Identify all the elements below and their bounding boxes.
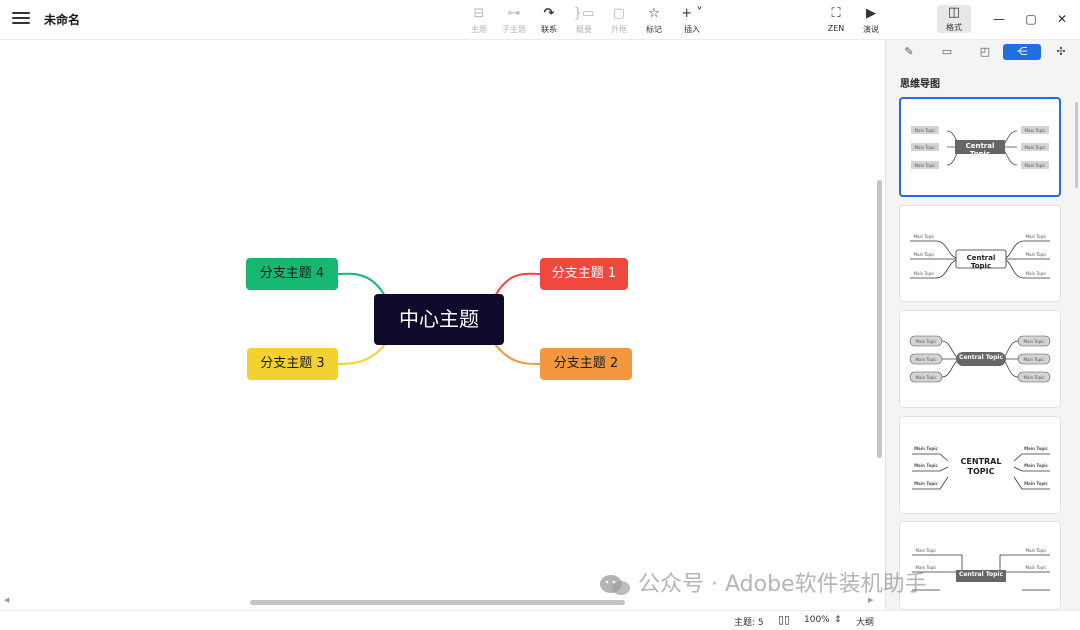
connector-branch-2	[494, 343, 541, 365]
template-card-2[interactable]: Central Topic Main Topic Main Topic Main…	[899, 205, 1061, 302]
connector-branch-1	[494, 272, 541, 297]
template-card-4[interactable]: CENTRAL TOPIC Main Topic Main Topic Main…	[899, 416, 1061, 514]
vertical-scrollbar[interactable]	[877, 180, 882, 458]
branch-topic-4[interactable]: 分支主题 4	[246, 258, 338, 290]
format-panel: ✎ ▭ ◰ ⋲ ✣ 思维导图 Central Topic Main Topic …	[885, 40, 1080, 610]
outline-button[interactable]: 大纲	[856, 615, 874, 628]
slide-icon[interactable]: ▭	[936, 44, 958, 60]
status-bar: 主题: 5 ▯▯ 100% ⇕ 大纲	[0, 610, 1080, 630]
zoom-stepper-icon[interactable]: ⇕	[834, 615, 842, 625]
connector-branch-4	[337, 272, 386, 297]
zoom-level[interactable]: 100%	[804, 615, 830, 625]
connector-branch-3	[337, 343, 386, 365]
branch-topic-3[interactable]: 分支主题 3	[247, 348, 338, 380]
watermark: 公众号 · Adobe软件装机助手	[598, 566, 927, 598]
topic-count: 主题: 5	[734, 618, 764, 628]
map-icon[interactable]: ▯▯	[778, 613, 790, 626]
scroll-left-icon[interactable]: ◀	[4, 596, 9, 604]
branch-topic-2[interactable]: 分支主题 2	[540, 348, 632, 380]
central-topic[interactable]: 中心主题	[374, 294, 504, 345]
horizontal-scrollbar[interactable]	[250, 600, 625, 605]
branch-topic-1[interactable]: 分支主题 1	[540, 258, 628, 290]
style-icon[interactable]: ✎	[898, 44, 920, 60]
structure-icon[interactable]: ⋲	[1003, 44, 1041, 60]
sticker-icon[interactable]: ◰	[974, 44, 996, 60]
template-card-1[interactable]: Central Topic Main Topic Main Topic Main…	[899, 97, 1061, 197]
panel-title: 思维导图	[900, 79, 940, 90]
panel-scrollbar[interactable]	[1075, 102, 1078, 188]
theme-icon[interactable]: ✣	[1050, 44, 1072, 60]
wechat-logo-icon	[600, 575, 630, 595]
template-card-3[interactable]: Central Topic Main Topic Main Topic Main…	[899, 310, 1061, 408]
